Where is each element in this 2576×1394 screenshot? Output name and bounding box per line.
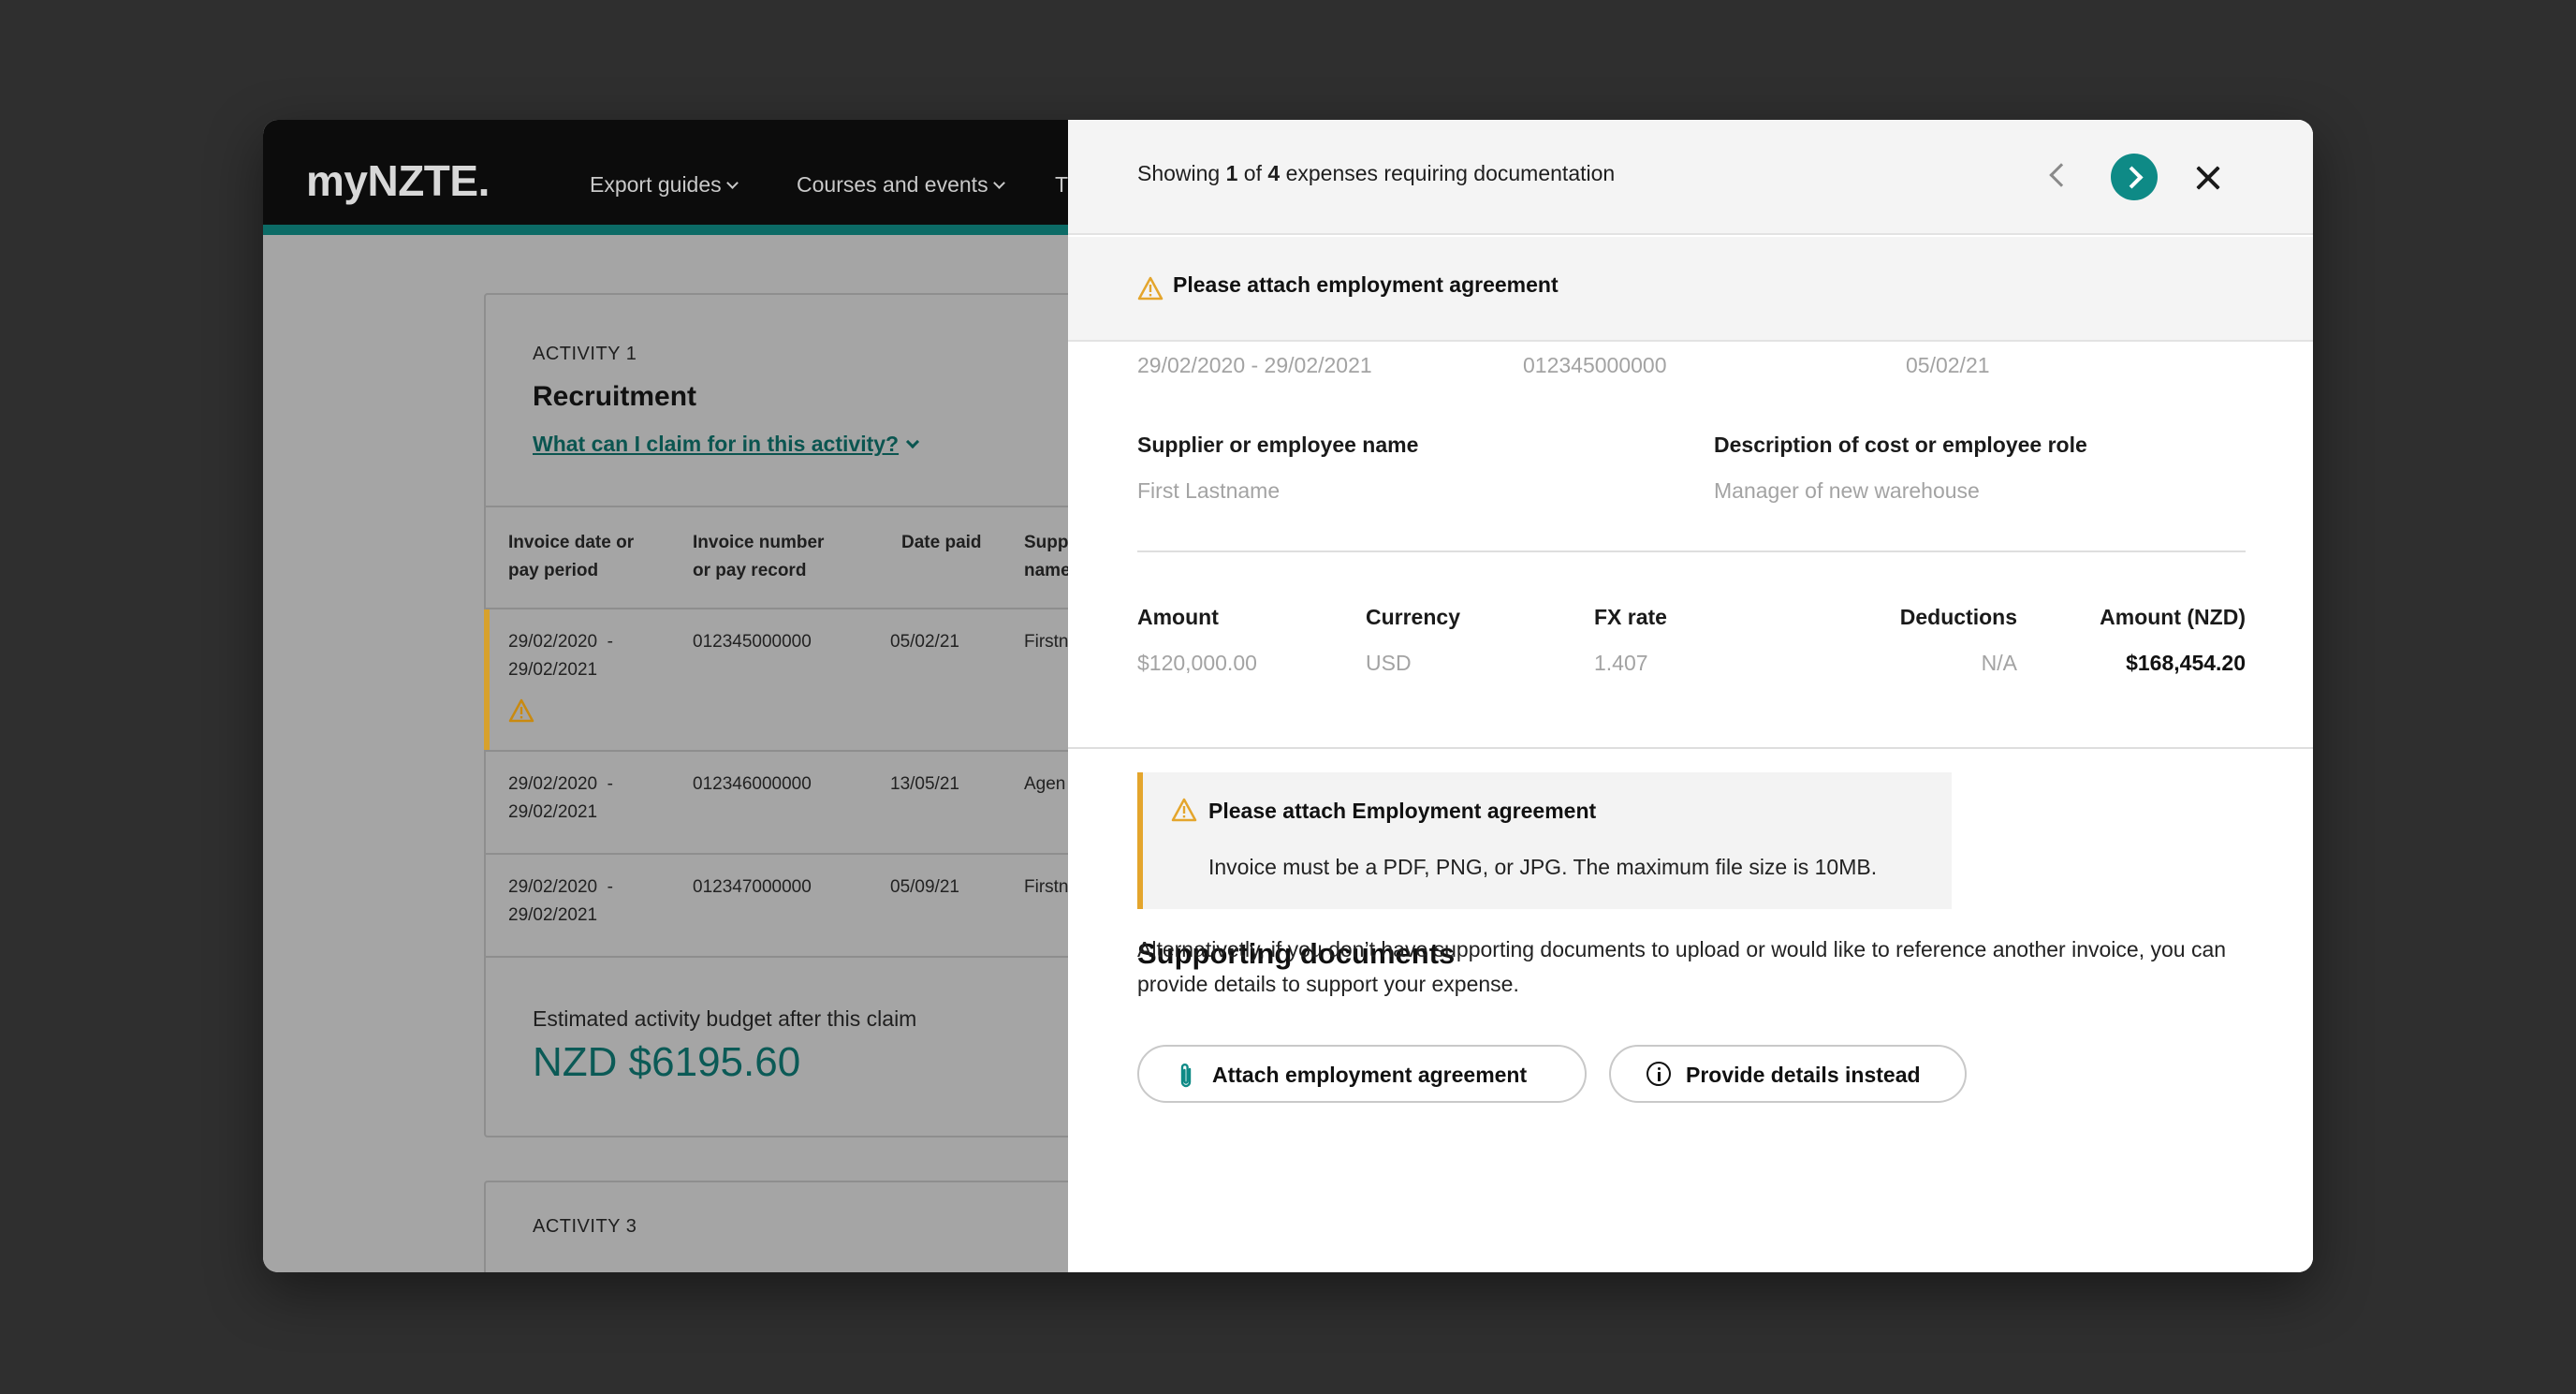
divider: [1137, 550, 2246, 552]
amount-nzd-value: $168,454.20: [2126, 651, 2246, 675]
cell-invoice: 012346000000: [693, 774, 812, 794]
divider: [486, 956, 1068, 958]
chevron-down-icon: [906, 434, 920, 449]
table-row[interactable]: 29/02/2020 - 29/02/2021 012346000000 13/…: [486, 752, 1068, 853]
description-value: Manager of new warehouse: [1714, 478, 1980, 503]
invoice-value: 012345000000: [1523, 353, 1667, 377]
cell-period: 29/02/2020 - 29/02/2021: [508, 632, 613, 680]
cell-invoice: 012347000000: [693, 877, 812, 897]
warning-icon: [1137, 276, 1164, 301]
fx-rate-label: FX rate: [1594, 605, 1667, 629]
activity-help-link[interactable]: What can I claim for in this activity?: [533, 432, 920, 457]
logo: myNZTE.: [306, 156, 490, 205]
showing-count: Showing 1 of 4 expenses requiring docume…: [1137, 161, 1616, 185]
cell-invoice: 012345000000: [693, 632, 812, 652]
document-alert-title: Please attach Employment agreement: [1208, 799, 1597, 823]
chevron-down-icon: [992, 177, 1005, 189]
chevron-right-icon[interactable]: [2111, 154, 2158, 200]
amount-nzd-label: Amount (NZD): [2100, 605, 2246, 629]
column-header: Date paid: [901, 533, 982, 552]
fx-rate-value: 1.407: [1594, 651, 1648, 675]
provide-details-button[interactable]: Provide details instead: [1609, 1045, 1967, 1103]
warning-flag: [484, 609, 490, 750]
chevron-left-icon[interactable]: [2049, 163, 2073, 187]
nav-export-guides[interactable]: Export guides: [590, 172, 739, 198]
cell-date: 05/09/21: [890, 877, 959, 897]
cell-name: Firstn: [1024, 632, 1068, 652]
divider: [486, 506, 1068, 507]
table-row[interactable]: 29/02/2020 - 29/02/2021 012345000000 05/…: [484, 609, 1068, 750]
nav-courses-events[interactable]: Courses and events: [797, 172, 1005, 198]
cell-date: 13/05/21: [890, 774, 959, 794]
attach-employment-agreement-button[interactable]: Attach employment agreement: [1137, 1045, 1587, 1103]
budget-label: Estimated activity budget after this cla…: [533, 1006, 917, 1031]
cell-name: Firstn: [1024, 877, 1068, 897]
top-navigation: myNZTE. Export guides Courses and events…: [263, 120, 1068, 225]
paperclip-icon: [1180, 1064, 1192, 1088]
deductions-value: N/A: [1981, 651, 2017, 675]
divider: [1068, 747, 2313, 749]
column-header: Supp name: [1024, 533, 1068, 580]
background-page: myNZTE. Export guides Courses and events…: [263, 120, 1068, 1272]
activity-label: ACTIVITY 3: [533, 1216, 637, 1237]
document-alert-body: Invoice must be a PDF, PNG, or JPG. The …: [1208, 855, 1878, 879]
cell-date: 05/02/21: [890, 632, 959, 652]
description-label: Description of cost or employee role: [1714, 433, 2087, 457]
amount-value: $120,000.00: [1137, 651, 1257, 675]
currency-label: Currency: [1366, 605, 1460, 629]
nav-more[interactable]: T: [1055, 172, 1068, 198]
cell-period: 29/02/2020 - 29/02/2021: [508, 774, 613, 822]
cell-period: 29/02/2020 - 29/02/2021: [508, 877, 613, 925]
panel-header: Showing 1 of 4 expenses requiring docume…: [1068, 120, 2313, 235]
warning-icon: [1171, 798, 1197, 822]
alert-message: Please attach employment agreement: [1173, 272, 1559, 297]
activity-card: ACTIVITY 3: [484, 1181, 1068, 1272]
supplier-label: Supplier or employee name: [1137, 433, 1419, 457]
close-icon[interactable]: [2191, 161, 2225, 195]
missing-document-alert: Please attach employment agreement: [1068, 237, 2313, 342]
cell-name: Agen: [1024, 774, 1066, 794]
date-paid-value: 05/02/21: [1906, 353, 1990, 377]
period-value: 29/02/2020 - 29/02/2021: [1137, 353, 1372, 377]
budget-value: NZD $6195.60: [533, 1039, 801, 1085]
activity-label: ACTIVITY 1: [533, 344, 637, 364]
info-icon: [1647, 1062, 1671, 1086]
column-header: Invoice date or pay period: [508, 533, 635, 580]
warning-icon: [508, 698, 534, 723]
document-requirement-alert: Please attach Employment agreement Invoi…: [1137, 772, 1952, 909]
nav-accent-bar: [263, 225, 1068, 235]
alternative-instructions: Alternativetly, if you don’t have suppor…: [1137, 937, 2227, 996]
activity-title: Recruitment: [533, 381, 697, 412]
column-header: Invoice number or pay record: [693, 533, 825, 580]
table-row[interactable]: 29/02/2020 - 29/02/2021 012347000000 05/…: [486, 855, 1068, 956]
supplier-value: First Lastname: [1137, 478, 1281, 503]
app-window: myNZTE. Export guides Courses and events…: [263, 120, 2313, 1272]
currency-value: USD: [1366, 651, 1412, 675]
activity-card: ACTIVITY 1 Recruitment What can I claim …: [484, 293, 1068, 1137]
deductions-label: Deductions: [1899, 605, 2017, 629]
amount-label: Amount: [1137, 605, 1219, 629]
chevron-down-icon: [725, 177, 739, 189]
expense-documentation-panel: 29/02/2020 - 29/02/2021 012345000000 05/…: [1068, 120, 2313, 1272]
